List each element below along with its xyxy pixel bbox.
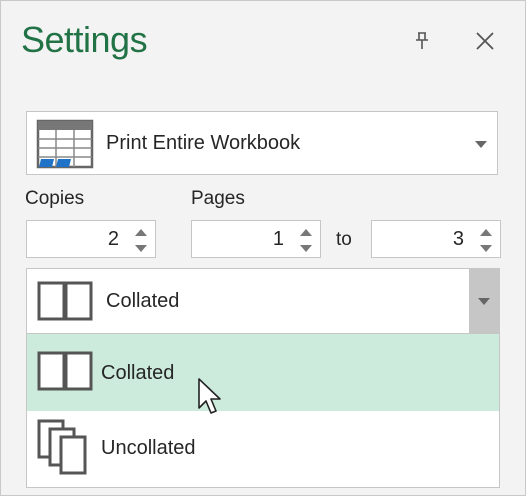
copies-spinner[interactable]: 2 xyxy=(26,220,156,258)
option-label: Collated xyxy=(101,362,175,384)
copies-value[interactable]: 2 xyxy=(108,228,119,251)
spinner-up-icon xyxy=(300,228,312,236)
print-what-value: Print Entire Workbook xyxy=(106,132,301,154)
collation-dropdown-button[interactable] xyxy=(469,269,499,333)
chevron-down-icon xyxy=(478,297,490,305)
collated-icon xyxy=(37,351,93,391)
close-icon xyxy=(476,32,494,50)
spinner-up-icon xyxy=(135,228,147,236)
panel-title: Settings xyxy=(21,19,148,60)
settings-panel: Settings Print Entire Workbook Copies Pa… xyxy=(0,0,526,496)
mouse-pointer-icon xyxy=(198,378,221,414)
pages-to-decrement-button[interactable] xyxy=(479,242,493,254)
pages-label: Pages xyxy=(191,188,245,209)
option-uncollated[interactable]: Uncollated xyxy=(27,411,499,488)
pages-from-spinner[interactable]: 1 xyxy=(191,220,321,258)
pages-from-decrement-button[interactable] xyxy=(299,242,313,254)
chevron-down-icon xyxy=(475,141,487,148)
pin-button[interactable] xyxy=(408,27,436,55)
spinner-down-icon xyxy=(135,244,147,252)
option-collated[interactable]: Collated xyxy=(27,334,499,411)
pages-to-spinner[interactable]: 3 xyxy=(371,220,501,258)
collation-dropdown[interactable]: Collated xyxy=(26,268,500,334)
copies-decrement-button[interactable] xyxy=(134,242,148,254)
pages-to-value[interactable]: 3 xyxy=(453,228,464,251)
pages-to-increment-button[interactable] xyxy=(479,226,493,238)
print-what-dropdown[interactable]: Print Entire Workbook xyxy=(26,111,498,175)
spinner-down-icon xyxy=(480,244,492,252)
collation-options-list: Collated Uncollated xyxy=(26,334,500,488)
pages-from-increment-button[interactable] xyxy=(299,226,313,238)
option-label: Uncollated xyxy=(101,437,196,459)
pages-from-value[interactable]: 1 xyxy=(273,228,284,251)
spinner-up-icon xyxy=(480,228,492,236)
close-button[interactable] xyxy=(471,27,499,55)
spinner-down-icon xyxy=(300,244,312,252)
collation-value: Collated xyxy=(106,290,180,312)
pages-to-label: to xyxy=(336,229,352,250)
copies-increment-button[interactable] xyxy=(134,226,148,238)
collated-icon xyxy=(37,281,93,321)
copies-label: Copies xyxy=(25,188,85,209)
workbook-icon xyxy=(36,119,94,169)
uncollated-icon xyxy=(37,419,87,475)
pin-icon xyxy=(416,32,428,49)
